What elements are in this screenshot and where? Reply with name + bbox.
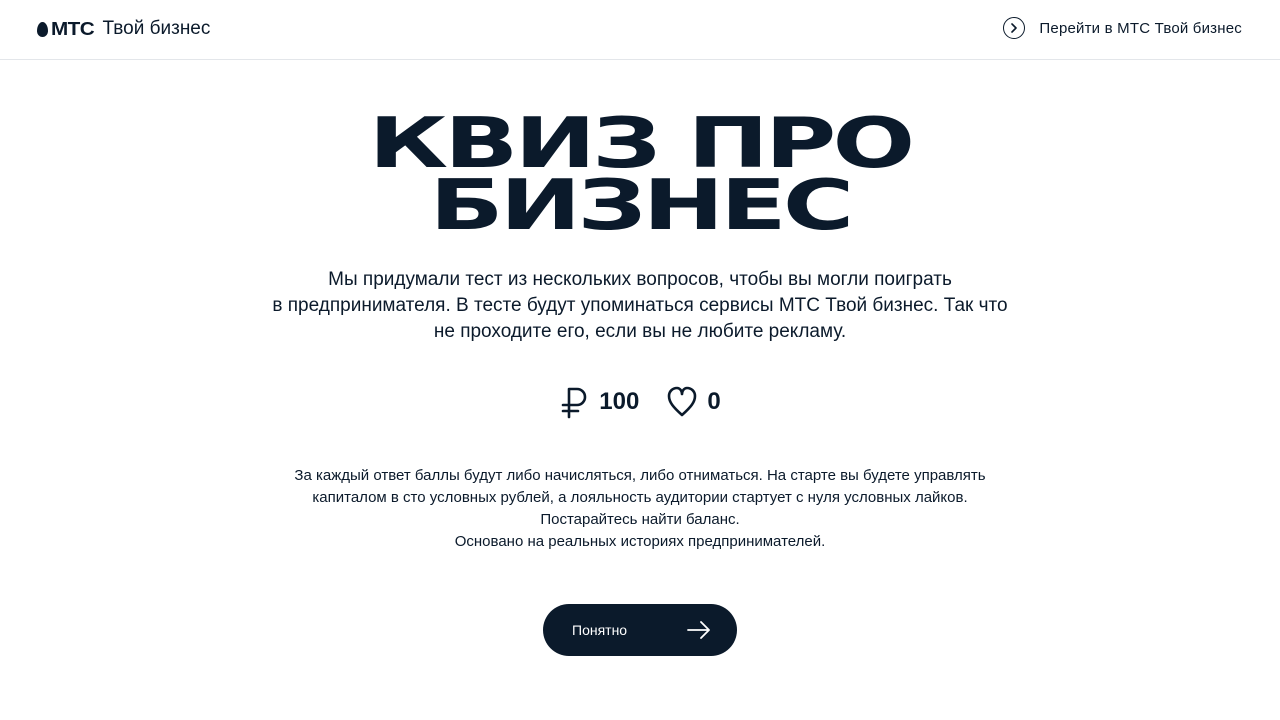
goto-link-label: Перейти в МТС Твой бизнес [1039, 19, 1242, 37]
intro-line-3: не проходите его, если вы не любите рекл… [433, 321, 847, 342]
likes-value: 0 [707, 388, 721, 415]
ruble-icon [561, 387, 587, 419]
title-line-2: БИЗНЕС [429, 163, 855, 246]
rules-line-2: капиталом в сто условных рублей, а лояль… [312, 489, 968, 506]
chevron-right-circle-icon [1003, 17, 1026, 39]
mts-logo[interactable]: МТС Твой бизнес [37, 18, 210, 40]
understood-button-label: Понятно [572, 622, 628, 638]
intro-text: Мы придумали тест из нескольких вопросов… [240, 267, 1040, 345]
logo-text: Твой бизнес [102, 18, 211, 39]
likes-stat: 0 [667, 385, 721, 419]
rules-line-1: За каждый ответ баллы будут либо начисля… [294, 467, 986, 484]
understood-button[interactable]: Понятно [543, 604, 737, 656]
score-stats: 100 0 [0, 385, 1280, 419]
top-bar: МТС Твой бизнес Перейти в МТС Твой бизне… [0, 0, 1280, 60]
heart-icon [668, 386, 697, 417]
capital-value: 100 [599, 388, 640, 415]
goto-mts-business-link[interactable]: Перейти в МТС Твой бизнес [1003, 17, 1242, 39]
logo-mark: МТС [51, 18, 95, 39]
rules-text: За каждый ответ баллы будут либо начисля… [240, 465, 1040, 553]
rules-line-3: Постарайтесь найти баланс. [540, 511, 740, 528]
intro-line-2: в предпринимателя. В тесте будут упомина… [272, 295, 1008, 316]
intro-line-1: Мы придумали тест из нескольких вопросов… [328, 269, 952, 290]
arrow-right-icon [687, 621, 710, 639]
capital-stat: 100 [559, 385, 639, 419]
mts-egg-icon [37, 21, 48, 37]
rules-line-4: Основано на реальных историях предприним… [454, 533, 826, 550]
page-title: КВИЗ ПРО БИЗНЕС [0, 108, 1280, 246]
